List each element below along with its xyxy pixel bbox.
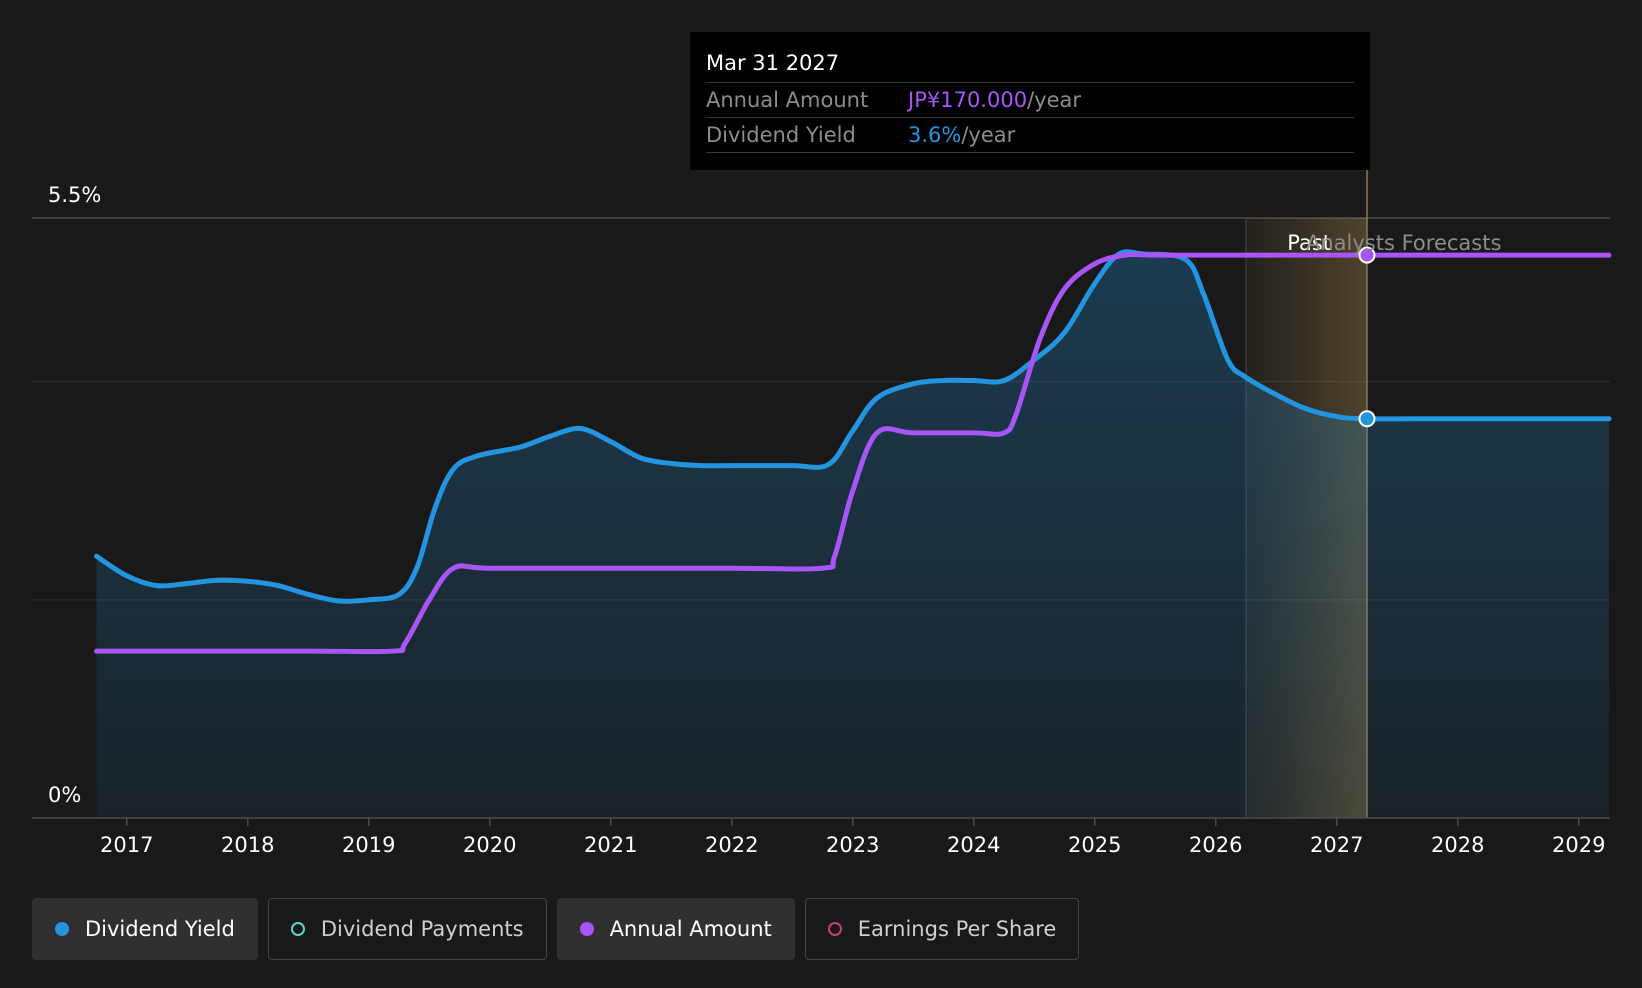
series-area-0 xyxy=(96,251,1609,818)
dividend-yield-dot-icon xyxy=(55,922,69,936)
x-tick-label: 2019 xyxy=(342,833,395,857)
tooltip-date: Mar 31 2027 xyxy=(706,48,1354,83)
legend-label: Dividend Payments xyxy=(320,917,524,941)
tooltip-unit: /year xyxy=(1027,88,1081,112)
legend-label: Annual Amount xyxy=(609,917,772,941)
x-tick-label: 2028 xyxy=(1431,833,1484,857)
tooltip-value: JP¥170.000 xyxy=(908,88,1028,112)
dividend-payments-ring-icon xyxy=(290,922,305,936)
legend-earnings-per-share[interactable]: Earnings Per Share xyxy=(804,898,1080,960)
yield-area xyxy=(96,251,1609,818)
tooltip-unit: /year xyxy=(961,123,1016,147)
y-tick-label-bottom: 0% xyxy=(48,783,81,807)
tooltip-row-annual-amount: Annual Amount JP¥170.000 /year xyxy=(706,83,1354,118)
tooltip-key: Dividend Yield xyxy=(706,123,856,147)
legend-dividend-yield[interactable]: Dividend Yield xyxy=(32,898,258,960)
legend-dividend-payments[interactable]: Dividend Payments xyxy=(267,898,547,960)
forecast-label: Analysts Forecasts xyxy=(1306,231,1501,255)
tooltip-row-dividend-yield: Dividend Yield 3.6% /year xyxy=(706,118,1354,153)
x-tick-label: 2029 xyxy=(1552,833,1605,857)
x-tick-label: 2017 xyxy=(100,833,153,857)
x-tick-label: 2021 xyxy=(584,833,637,857)
y-tick-label-top: 5.5% xyxy=(48,183,101,207)
x-tick-label: 2018 xyxy=(221,833,274,857)
x-tick-label: 2025 xyxy=(1068,833,1121,857)
x-tick-label: 2022 xyxy=(705,833,758,857)
x-tick-label: 2026 xyxy=(1189,833,1242,857)
legend-annual-amount[interactable]: Annual Amount xyxy=(556,898,795,960)
annual-amount-dot-icon xyxy=(579,922,594,936)
earnings-per-share-ring-icon xyxy=(827,922,842,936)
tooltip-value: 3.6% xyxy=(908,123,962,147)
x-tick-label: 2027 xyxy=(1310,833,1363,857)
marker-point-1 xyxy=(1358,410,1376,428)
legend: Dividend Yield Dividend Payments Annual … xyxy=(32,898,1080,960)
x-axis: 2017 2018 2019 2020 2021 2022 2023 2024 2025 2026… xyxy=(32,817,1610,857)
legend-label: Dividend Yield xyxy=(85,917,235,941)
x-tick-label: 2024 xyxy=(947,833,1000,857)
x-tick-label: 2023 xyxy=(826,833,879,857)
tooltip-key: Annual Amount xyxy=(706,88,869,112)
x-tick-label: 2020 xyxy=(463,833,516,857)
legend-label: Earnings Per Share xyxy=(857,917,1057,941)
tooltip: Mar 31 2027 Annual Amount JP¥170.000 /ye… xyxy=(690,32,1370,170)
